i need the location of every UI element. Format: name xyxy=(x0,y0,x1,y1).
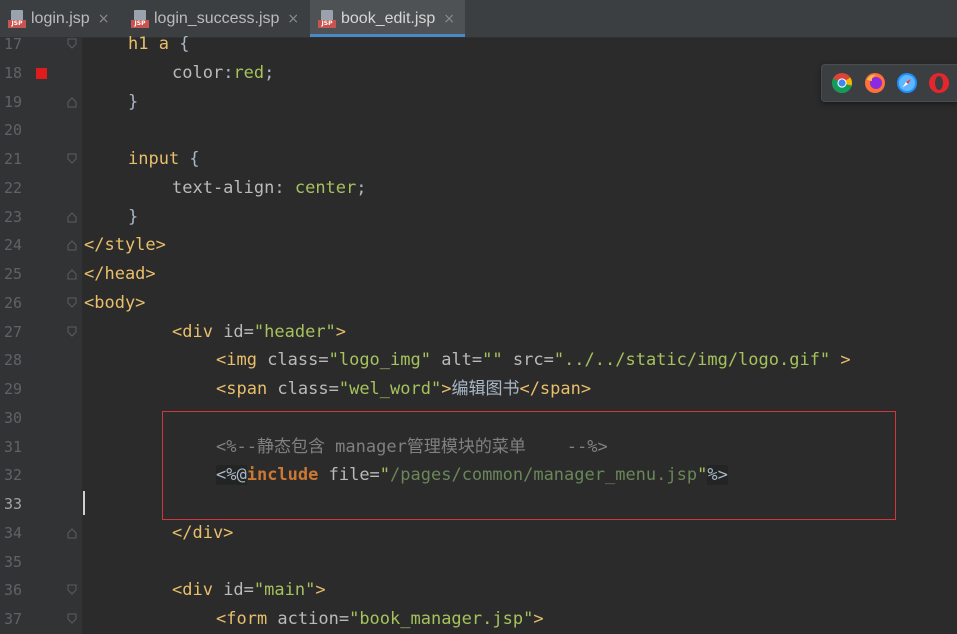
line-number: 32 xyxy=(4,466,23,485)
line-number: 24 xyxy=(4,236,23,255)
fold-end-icon[interactable] xyxy=(67,211,77,223)
line-number: 30 xyxy=(4,408,23,427)
fold-icon[interactable] xyxy=(67,297,77,309)
fold-end-icon[interactable] xyxy=(67,239,77,251)
code-text[interactable]: color:red; xyxy=(172,59,274,88)
code-text[interactable]: input { xyxy=(128,145,200,174)
code-text[interactable]: <span class="wel_word">编辑图书</span> xyxy=(216,375,591,404)
line-number: 29 xyxy=(4,380,23,398)
safari-icon[interactable] xyxy=(896,72,918,94)
close-icon[interactable]: × xyxy=(443,11,455,27)
code-line: 27 <div id="header"> xyxy=(0,318,957,347)
code-line: 23 } xyxy=(0,203,957,232)
fold-icon[interactable] xyxy=(67,38,77,50)
tab-label: login.jsp xyxy=(31,9,90,27)
code-line: 35 xyxy=(0,548,957,577)
line-number: 31 xyxy=(4,437,23,456)
jsp-file-icon: JSP xyxy=(8,9,26,28)
code-text[interactable]: <div id="main"> xyxy=(172,576,326,605)
code-line: 29 <span class="wel_word">编辑图书</span> xyxy=(0,375,957,404)
line-number: 19 xyxy=(4,92,23,111)
code-text[interactable]: h1 a { xyxy=(128,30,189,59)
code-text[interactable]: <form action="book_manager.jsp"> xyxy=(216,605,544,634)
line-number: 34 xyxy=(4,523,23,542)
opera-icon[interactable] xyxy=(928,72,950,94)
tab-label: login_success.jsp xyxy=(154,9,280,27)
code-line: 28 <img class="logo_img" alt="" src="../… xyxy=(0,346,957,375)
line-number: 17 xyxy=(4,35,23,53)
line-number: 20 xyxy=(4,121,23,140)
fold-icon[interactable] xyxy=(67,584,77,596)
line-number: 23 xyxy=(4,207,23,226)
line-number: 36 xyxy=(4,581,23,600)
code-line: 19 } xyxy=(0,88,957,117)
text-caret xyxy=(83,491,85,515)
chrome-icon[interactable] xyxy=(831,72,853,94)
code-line: 18 color:red; xyxy=(0,59,957,88)
highlight-box xyxy=(162,411,896,520)
close-icon[interactable]: × xyxy=(98,11,110,27)
code-line: 34 </div> xyxy=(0,519,957,548)
line-number: 18 xyxy=(4,63,23,82)
line-number: 37 xyxy=(4,610,23,628)
code-text[interactable]: </style> xyxy=(84,231,166,260)
line-number: 22 xyxy=(4,178,23,197)
code-text[interactable]: </head> xyxy=(84,260,156,289)
code-line: 25 </head> xyxy=(0,260,957,289)
code-text[interactable]: } xyxy=(128,88,138,117)
jsp-file-icon: JSP xyxy=(318,9,336,28)
fold-end-icon[interactable] xyxy=(67,96,77,108)
firefox-icon[interactable] xyxy=(864,72,886,94)
fold-icon[interactable] xyxy=(67,153,77,165)
code-text[interactable]: text-align: center; xyxy=(172,174,367,203)
code-text[interactable]: </div> xyxy=(172,519,233,548)
code-text[interactable]: <body> xyxy=(84,289,145,318)
line-number: 25 xyxy=(4,265,23,283)
fold-icon[interactable] xyxy=(67,326,77,338)
code-line: 17 h1 a { xyxy=(0,30,957,59)
tab-label: book_edit.jsp xyxy=(341,9,436,27)
line-number: 27 xyxy=(4,322,23,341)
fold-end-icon[interactable] xyxy=(67,268,77,280)
fold-end-icon[interactable] xyxy=(67,527,77,539)
line-number: 35 xyxy=(4,552,23,571)
code-line: 20 xyxy=(0,116,957,145)
line-number: 21 xyxy=(4,150,23,168)
line-number: 28 xyxy=(4,351,23,370)
line-number: 26 xyxy=(4,293,23,312)
breakpoint-icon[interactable] xyxy=(36,67,47,79)
code-text[interactable]: } xyxy=(128,203,138,232)
code-text[interactable]: <img class="logo_img" alt="" src="../../… xyxy=(216,346,851,375)
code-line: 37 <form action="book_manager.jsp"> xyxy=(0,605,957,634)
fold-icon[interactable] xyxy=(67,613,77,625)
line-number: 33 xyxy=(4,495,23,513)
jsp-file-icon: JSP xyxy=(131,9,149,28)
code-line: 36 <div id="main"> xyxy=(0,576,957,605)
code-line: 24 </style> xyxy=(0,231,957,260)
open-in-browser-bar xyxy=(821,64,957,102)
code-line: 21 input { xyxy=(0,145,957,174)
code-line: 26 <body> xyxy=(0,289,957,318)
close-icon[interactable]: × xyxy=(287,11,299,27)
code-text[interactable]: <div id="header"> xyxy=(172,318,346,347)
code-line: 22 text-align: center; xyxy=(0,174,957,203)
